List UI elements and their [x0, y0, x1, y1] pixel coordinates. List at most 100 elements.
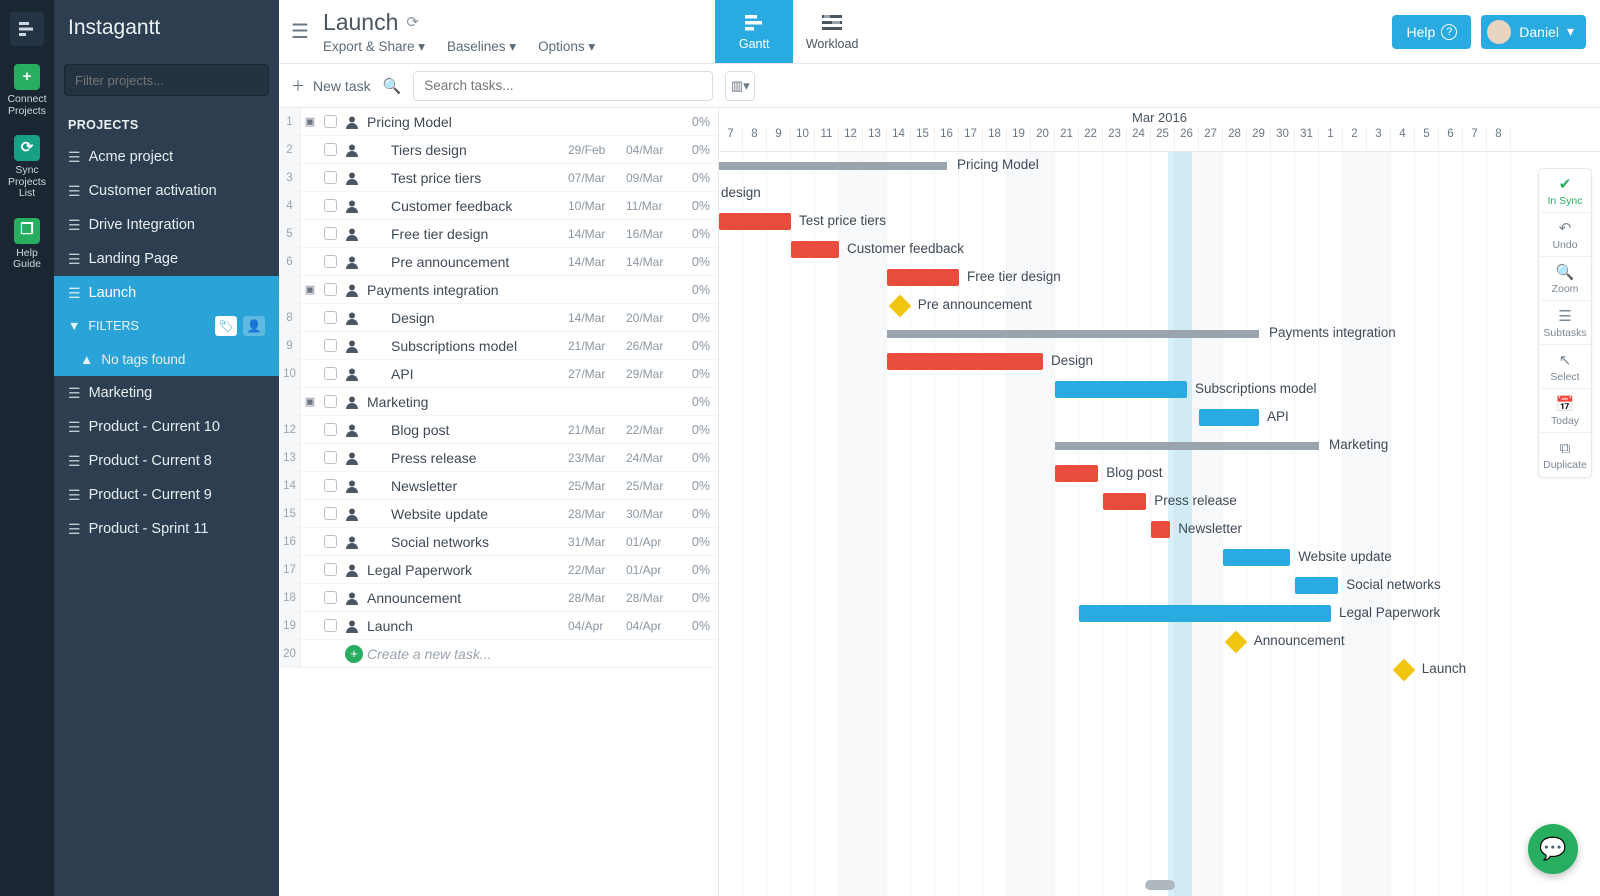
task-row[interactable]: ▣Payments integration0% — [279, 276, 718, 304]
sidebar-filters[interactable]: ▼FILTERS🏷👤 — [54, 310, 279, 342]
sidebar-item-project[interactable]: ☰Acme project — [54, 140, 279, 174]
gantt-tool-today[interactable]: 📅Today — [1539, 389, 1591, 433]
filter-projects-input[interactable] — [64, 64, 269, 96]
assignee-icon[interactable] — [341, 507, 363, 521]
task-row[interactable]: 20+Create a new task... — [279, 640, 718, 668]
sidebar-item-project[interactable]: ☰Product - Current 8 — [54, 444, 279, 478]
person-icon[interactable]: 👤 — [243, 316, 265, 336]
horizontal-scrollbar[interactable] — [1145, 880, 1175, 890]
sidebar-item-project[interactable]: ☰Product - Sprint 11 — [54, 512, 279, 546]
sidebar-item-project[interactable]: ☰Product - Current 10 — [54, 410, 279, 444]
task-row[interactable]: 14Newsletter25/Mar25/Mar0% — [279, 472, 718, 500]
gantt-tool-select[interactable]: ↖Select — [1539, 345, 1591, 389]
task-row[interactable]: 17Legal Paperwork22/Mar01/Apr0% — [279, 556, 718, 584]
task-checkbox[interactable] — [319, 367, 341, 380]
task-checkbox[interactable] — [319, 311, 341, 324]
task-row[interactable]: 1▣Pricing Model0% — [279, 108, 718, 136]
assignee-icon[interactable] — [341, 143, 363, 157]
task-checkbox[interactable] — [319, 143, 341, 156]
task-row[interactable]: 6Pre announcement14/Mar14/Mar0% — [279, 248, 718, 276]
task-row[interactable]: 8Design14/Mar20/Mar0% — [279, 304, 718, 332]
collapse-icon[interactable]: ▣ — [301, 115, 319, 128]
assignee-icon[interactable] — [341, 255, 363, 269]
task-checkbox[interactable] — [319, 255, 341, 268]
task-checkbox[interactable] — [319, 479, 341, 492]
assignee-icon[interactable] — [341, 339, 363, 353]
task-bar[interactable] — [1151, 521, 1170, 538]
header-menu[interactable]: Export & Share ▾ — [323, 39, 425, 55]
assignee-icon[interactable] — [341, 423, 363, 437]
sidebar-item-project[interactable]: ☰Customer activation — [54, 174, 279, 208]
tag-icon[interactable]: 🏷 — [215, 316, 237, 336]
assignee-icon[interactable] — [341, 395, 363, 409]
task-checkbox[interactable] — [319, 535, 341, 548]
task-row[interactable]: 10API27/Mar29/Mar0% — [279, 360, 718, 388]
assignee-icon[interactable] — [341, 171, 363, 185]
search-tasks-input[interactable] — [413, 71, 713, 101]
help-fab[interactable]: 💬 — [1528, 824, 1578, 874]
assignee-icon[interactable] — [341, 227, 363, 241]
task-row[interactable]: 15Website update28/Mar30/Mar0% — [279, 500, 718, 528]
task-row[interactable]: ▣Marketing0% — [279, 388, 718, 416]
milestone[interactable] — [1224, 631, 1247, 654]
summary-bar[interactable] — [887, 330, 1259, 338]
task-checkbox[interactable] — [319, 591, 341, 604]
assignee-icon[interactable] — [341, 199, 363, 213]
task-checkbox[interactable] — [319, 115, 341, 128]
summary-bar[interactable] — [719, 162, 947, 170]
task-bar[interactable] — [887, 269, 959, 286]
task-row[interactable]: 16Social networks31/Mar01/Apr0% — [279, 528, 718, 556]
menu-toggle-icon[interactable]: ☰ — [291, 19, 309, 44]
milestone[interactable] — [888, 295, 911, 318]
assignee-icon[interactable] — [341, 563, 363, 577]
sidebar-item-project[interactable]: ☰Launch — [54, 276, 279, 310]
refresh-icon[interactable]: ⟳ — [406, 13, 419, 31]
create-task-placeholder[interactable]: Create a new task... — [363, 646, 718, 662]
task-bar[interactable] — [1079, 605, 1331, 622]
view-gantt[interactable]: Gantt — [715, 0, 793, 63]
assignee-icon[interactable] — [341, 451, 363, 465]
rail-sync-projects[interactable]: ⟳ Sync Projects List — [8, 135, 46, 200]
search-icon[interactable]: 🔍 — [383, 77, 402, 95]
assignee-icon[interactable] — [341, 115, 363, 129]
task-checkbox[interactable] — [319, 507, 341, 520]
gantt-tool-in-sync[interactable]: ✔In Sync — [1539, 169, 1591, 213]
summary-bar[interactable] — [1055, 442, 1319, 450]
task-row[interactable]: 18Announcement28/Mar28/Mar0% — [279, 584, 718, 612]
gantt-tool-zoom[interactable]: 🔍Zoom — [1539, 257, 1591, 301]
task-checkbox[interactable] — [319, 339, 341, 352]
sidebar-item-project[interactable]: ☰Marketing — [54, 376, 279, 410]
task-bar[interactable] — [791, 241, 839, 258]
task-bar[interactable] — [1223, 549, 1290, 566]
task-bar[interactable] — [1055, 381, 1187, 398]
rail-help-guide[interactable]: ❐ Help Guide — [13, 218, 41, 271]
task-bar[interactable] — [719, 213, 791, 230]
task-bar[interactable] — [887, 353, 1043, 370]
task-checkbox[interactable] — [319, 171, 341, 184]
task-row[interactable]: 4Customer feedback10/Mar11/Mar0% — [279, 192, 718, 220]
help-button[interactable]: Help? — [1392, 15, 1471, 49]
task-bar[interactable] — [1103, 493, 1146, 510]
rail-connect-projects[interactable]: + Connect Projects — [7, 64, 46, 117]
new-task-button[interactable]: ＋New task — [291, 76, 371, 96]
task-checkbox[interactable] — [319, 283, 341, 296]
task-row[interactable]: 9Subscriptions model21/Mar26/Mar0% — [279, 332, 718, 360]
sidebar-item-project[interactable]: ☰Product - Current 9 — [54, 478, 279, 512]
task-checkbox[interactable] — [319, 395, 341, 408]
task-row[interactable]: 3Test price tiers07/Mar09/Mar0% — [279, 164, 718, 192]
task-row[interactable]: 5Free tier design14/Mar16/Mar0% — [279, 220, 718, 248]
view-workload[interactable]: Workload — [793, 0, 871, 63]
collapse-icon[interactable]: ▣ — [301, 283, 319, 296]
task-checkbox[interactable] — [319, 619, 341, 632]
user-menu[interactable]: Daniel ▾ — [1481, 15, 1586, 49]
assignee-icon[interactable] — [341, 283, 363, 297]
task-row[interactable]: 19Launch04/Apr04/Apr0% — [279, 612, 718, 640]
milestone[interactable] — [1392, 659, 1415, 682]
assignee-icon[interactable] — [341, 479, 363, 493]
task-checkbox[interactable] — [319, 423, 341, 436]
header-menu[interactable]: Options ▾ — [538, 39, 595, 55]
task-bar[interactable] — [1055, 465, 1098, 482]
task-row[interactable]: 12Blog post21/Mar22/Mar0% — [279, 416, 718, 444]
task-checkbox[interactable] — [319, 563, 341, 576]
assignee-icon[interactable] — [341, 311, 363, 325]
